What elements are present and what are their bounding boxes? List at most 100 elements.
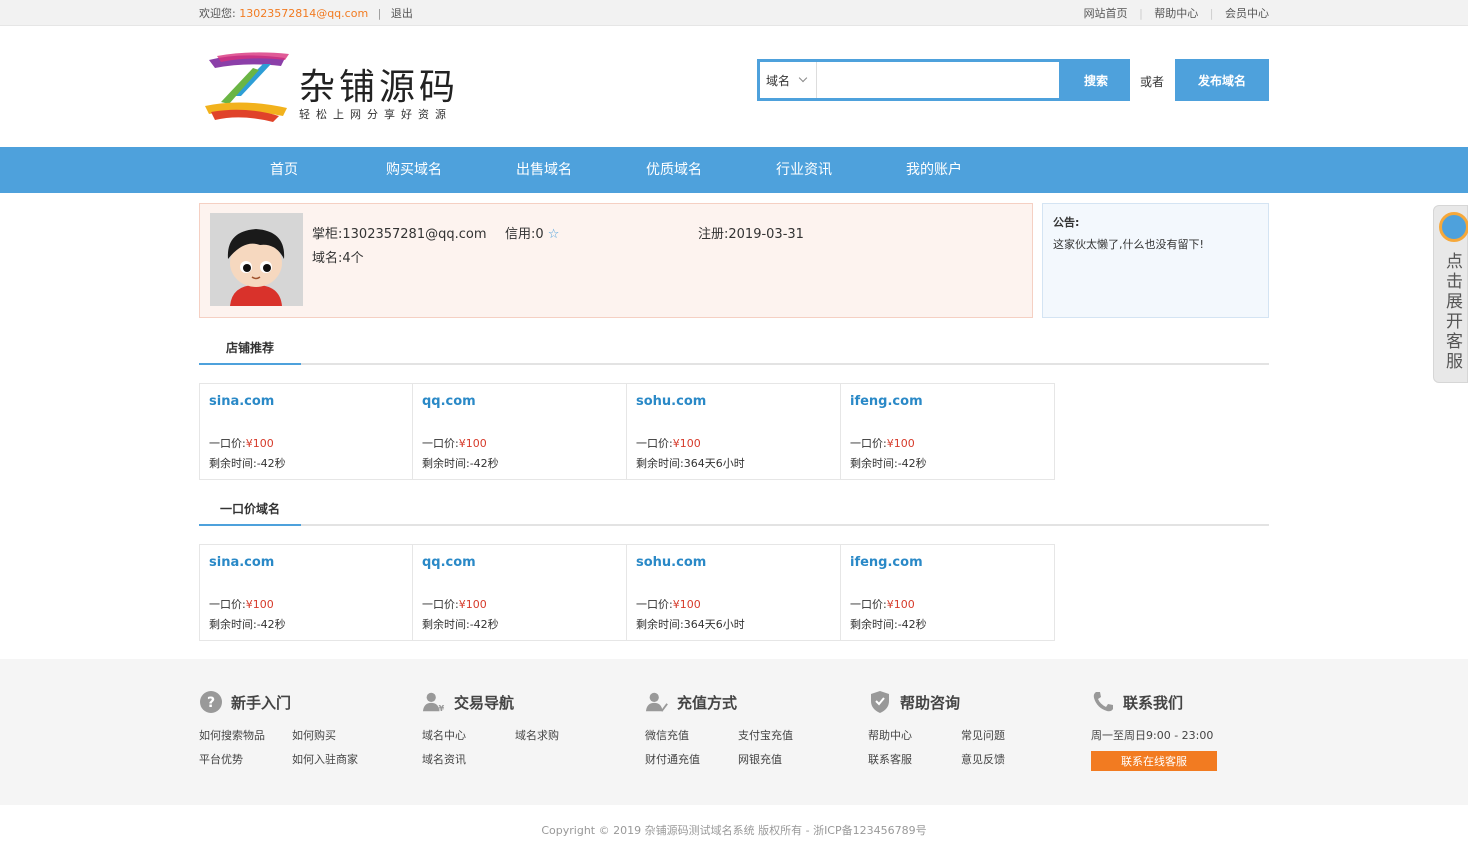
chat-bubble-icon: [1439, 212, 1468, 242]
or-text: 或者: [1140, 75, 1165, 89]
domain-card[interactable]: qq.com 一口价:¥100 剩余时间:-42秒: [413, 383, 627, 480]
search-button[interactable]: 搜索: [1062, 59, 1130, 101]
nav-item-my-account[interactable]: 我的账户: [869, 147, 999, 193]
footer-links: 帮助中心 常见问题 联系客服 意见反馈: [868, 727, 1091, 767]
side-service-text: 点击展开客服: [1446, 252, 1463, 372]
domain-card[interactable]: ifeng.com 一口价:¥100 剩余时间:-42秒: [841, 383, 1055, 480]
separator: |: [377, 7, 382, 20]
side-service-tab[interactable]: 点击展开客服: [1433, 205, 1468, 383]
shield-icon: [868, 690, 892, 714]
logo-subtitle: 轻松上网分享好资源: [299, 108, 452, 121]
domain-card[interactable]: ifeng.com 一口价:¥100 剩余时间:-42秒: [841, 544, 1055, 641]
separator: |: [1139, 7, 1143, 20]
star-icon: ☆: [547, 227, 560, 242]
svg-text:¥: ¥: [438, 703, 444, 713]
shop-info-area: 掌柜:1302357281@qq.com 信用:0 ☆ 注册:2019-03-3…: [199, 203, 1269, 318]
footer-links: 微信充值 支付宝充值 财付通充值 网银充值: [645, 727, 868, 767]
search-type-value: 域名: [766, 73, 791, 88]
footer-link[interactable]: 联系客服: [868, 751, 961, 767]
section-title[interactable]: 店铺推荐: [199, 335, 301, 365]
search-box: 域名: [757, 59, 1062, 101]
footer-col-heading: ¥ 交易导航: [422, 689, 645, 715]
notice-text: 这家伙太懒了,什么也没有留下!: [1053, 238, 1204, 251]
help-center-link[interactable]: 帮助中心: [1154, 7, 1198, 20]
footer-col-heading: ? 新手入门: [199, 689, 422, 715]
footer-col-help: 帮助咨询 帮助中心 常见问题 联系客服 意见反馈: [868, 689, 1091, 767]
domain-name-link[interactable]: sina.com: [209, 555, 403, 570]
svg-text:?: ?: [207, 695, 215, 711]
user-yen-icon: ¥: [422, 690, 446, 714]
footer-link[interactable]: 网银充值: [738, 751, 831, 767]
section-title[interactable]: 一口价域名: [199, 496, 301, 526]
domain-name-link[interactable]: sina.com: [209, 394, 403, 409]
question-icon: ?: [199, 690, 223, 714]
copyright: Copyright © 2019 杂铺源码测试域名系统 版权所有 - 浙ICP备…: [541, 824, 927, 837]
footer-link[interactable]: 财付通充值: [645, 751, 738, 767]
domain-price: 一口价:¥100: [422, 598, 487, 611]
member-center-link[interactable]: 会员中心: [1225, 7, 1269, 20]
domain-name-link[interactable]: qq.com: [422, 555, 617, 570]
footer-link[interactable]: 平台优势: [199, 751, 292, 767]
footer-col-beginner: ? 新手入门 如何搜索物品 如何购买 平台优势 如何入驻商家: [199, 689, 422, 767]
footer-link[interactable]: 域名资讯: [422, 751, 515, 767]
domain-name-link[interactable]: ifeng.com: [850, 555, 1045, 570]
welcome-label: 欢迎您:: [199, 7, 236, 20]
footer-link[interactable]: 域名求购: [515, 727, 608, 743]
top-links: 网站首页 | 帮助中心 | 会员中心: [1084, 5, 1269, 21]
footer-link[interactable]: 常见问题: [961, 727, 1054, 743]
shop-credit-text: 信用:0: [505, 227, 544, 242]
phone-icon: [1091, 690, 1115, 714]
footer-col-heading: 帮助咨询: [868, 689, 1091, 715]
nav-item-sell-domain[interactable]: 出售域名: [479, 147, 609, 193]
domain-name-link[interactable]: ifeng.com: [850, 394, 1045, 409]
domain-remaining-time: 剩余时间:-42秒: [422, 618, 499, 631]
footer-link[interactable]: 如何搜索物品: [199, 727, 292, 743]
footer-col-heading: 联系我们: [1091, 689, 1314, 715]
publish-domain-button[interactable]: 发布域名: [1175, 59, 1269, 101]
online-service-button[interactable]: 联系在线客服: [1091, 751, 1217, 771]
domain-price: 一口价:¥100: [209, 598, 274, 611]
footer-link[interactable]: 意见反馈: [961, 751, 1054, 767]
domain-card[interactable]: sohu.com 一口价:¥100 剩余时间:364天6小时: [627, 383, 841, 480]
nav-item-industry-news[interactable]: 行业资讯: [739, 147, 869, 193]
footer-link[interactable]: 微信充值: [645, 727, 738, 743]
domain-remaining-time: 剩余时间:-42秒: [850, 457, 927, 470]
chevron-down-icon: [798, 73, 808, 83]
footer-links: 域名中心 域名求购 域名资讯: [422, 727, 645, 767]
footer-link[interactable]: 如何入驻商家: [292, 751, 385, 767]
domain-card[interactable]: sohu.com 一口价:¥100 剩余时间:364天6小时: [627, 544, 841, 641]
search-type-select[interactable]: 域名: [760, 62, 817, 98]
nav-item-premium-domain[interactable]: 优质域名: [609, 147, 739, 193]
footer-col-contact: 联系我们 周一至周日9:00 - 23:00 联系在线客服: [1091, 689, 1314, 771]
domain-card[interactable]: sina.com 一口价:¥100 剩余时间:-42秒: [199, 383, 413, 480]
footer-link[interactable]: 帮助中心: [868, 727, 961, 743]
domain-card-list: sina.com 一口价:¥100 剩余时间:-42秒 qq.com 一口价:¥…: [199, 544, 1269, 641]
nav-item-buy-domain[interactable]: 购买域名: [349, 147, 479, 193]
shop-owner: 掌柜:1302357281@qq.com: [312, 227, 487, 242]
domain-price: 一口价:¥100: [850, 437, 915, 450]
domain-price: 一口价:¥100: [636, 598, 701, 611]
nav-item-home[interactable]: 首页: [219, 147, 349, 193]
logo-title: 杂铺源码: [299, 67, 460, 108]
domain-name-link[interactable]: sohu.com: [636, 394, 831, 409]
shop-registered: 注册:2019-03-31: [698, 227, 804, 242]
notice-title: 公告:: [1053, 216, 1080, 229]
footer-link[interactable]: 如何购买: [292, 727, 385, 743]
user-email-link[interactable]: 13023572814@qq.com: [239, 7, 368, 20]
footer-link[interactable]: 支付宝充值: [738, 727, 831, 743]
site-logo[interactable]: 杂铺源码 轻松上网分享好资源: [201, 50, 461, 124]
domain-remaining-time: 剩余时间:-42秒: [422, 457, 499, 470]
domain-card-list: sina.com 一口价:¥100 剩余时间:-42秒 qq.com 一口价:¥…: [199, 383, 1269, 480]
domain-name-link[interactable]: qq.com: [422, 394, 617, 409]
domain-card[interactable]: sina.com 一口价:¥100 剩余时间:-42秒: [199, 544, 413, 641]
search-input[interactable]: [817, 62, 1059, 98]
domain-name-link[interactable]: sohu.com: [636, 555, 831, 570]
logout-link[interactable]: 退出: [391, 7, 413, 20]
separator: |: [1209, 7, 1214, 20]
domain-card[interactable]: qq.com 一口价:¥100 剩余时间:-42秒: [413, 544, 627, 641]
footer-link[interactable]: 域名中心: [422, 727, 515, 743]
shop-info-panel: 掌柜:1302357281@qq.com 信用:0 ☆ 注册:2019-03-3…: [199, 203, 1033, 318]
footer-col-heading: 充值方式: [645, 689, 868, 715]
home-link[interactable]: 网站首页: [1084, 7, 1128, 20]
domain-remaining-time: 剩余时间:-42秒: [209, 618, 286, 631]
